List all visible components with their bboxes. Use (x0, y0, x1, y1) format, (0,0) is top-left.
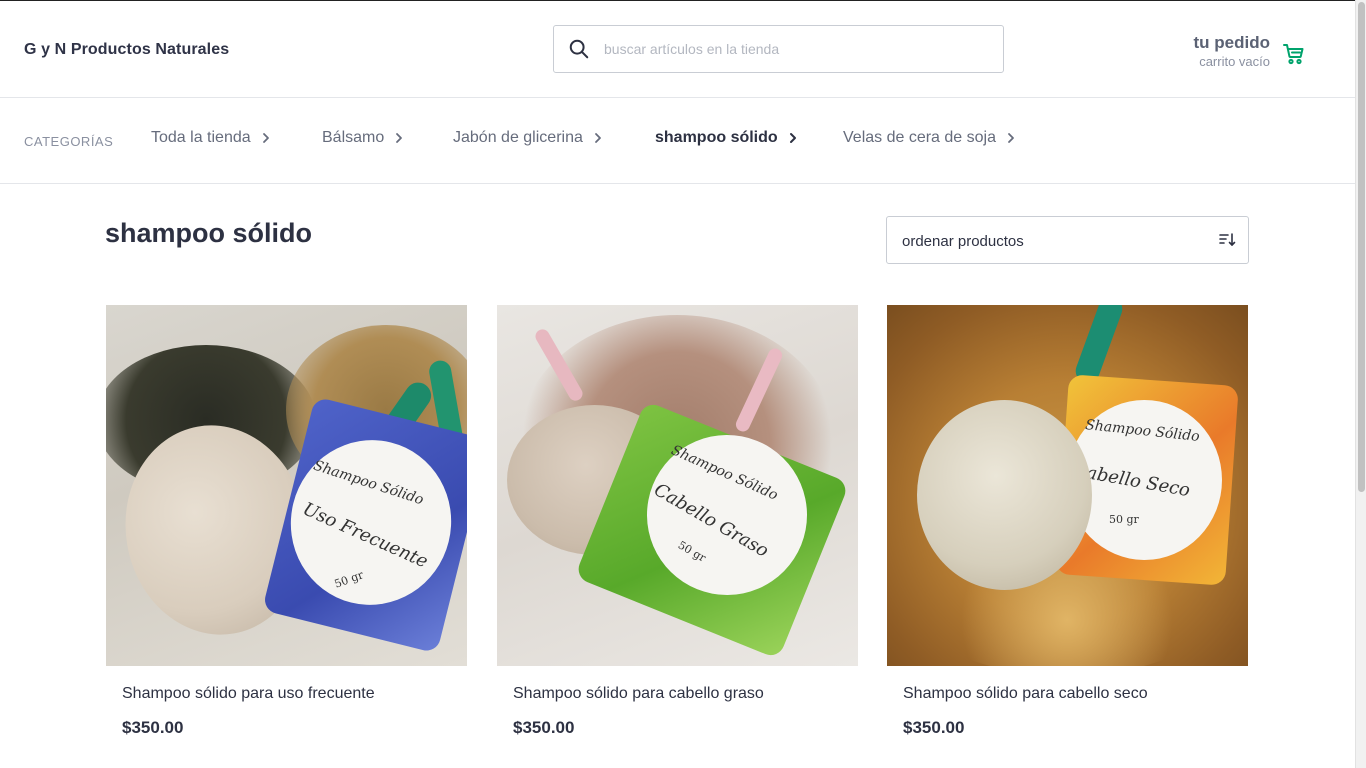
chevron-right-icon (789, 133, 796, 143)
category-shampoo-solido[interactable]: shampoo sólido (655, 129, 800, 147)
product-price: $350.00 (513, 718, 575, 737)
cart-icon[interactable] (1282, 42, 1306, 66)
category-jabon-de-glicerina[interactable]: Jabón de glicerina (453, 129, 605, 147)
category-label: Bálsamo (322, 129, 385, 146)
category-label: shampoo sólido (655, 129, 778, 146)
product-card[interactable]: Shampoo Sólido Cabello Graso 50 gr Shamp… (497, 305, 858, 737)
product-name[interactable]: Shampoo sólido para uso frecuente (122, 685, 375, 703)
chevron-right-icon (594, 133, 601, 143)
category-toda-la-tienda[interactable]: Toda la tienda (151, 129, 273, 147)
chevron-right-icon (1008, 133, 1014, 143)
store-brand[interactable]: G y N Productos Naturales (24, 41, 229, 59)
category-nav: CATEGORÍAS Toda la tienda Bálsamo Jabón … (0, 98, 1355, 184)
product-price: $350.00 (903, 718, 965, 737)
product-name[interactable]: Shampoo sólido para cabello graso (513, 685, 764, 703)
sort-select[interactable]: ordenar productos (886, 216, 1249, 264)
search-icon[interactable] (554, 26, 604, 72)
product-image[interactable]: Shampoo Sólido Cabello Seco 50 gr (887, 305, 1248, 666)
cart-status: carrito vacío (1199, 54, 1270, 69)
category-label: Jabón de glicerina (453, 129, 583, 146)
product-name[interactable]: Shampoo sólido para cabello seco (903, 685, 1148, 703)
product-label-weight: 50 gr (1109, 513, 1139, 526)
category-balsamo[interactable]: Bálsamo (322, 129, 406, 147)
category-velas-de-cera-de-soja[interactable]: Velas de cera de soja (843, 129, 1018, 147)
cart-title: tu pedido (1193, 33, 1270, 52)
sort-icon (1219, 233, 1236, 246)
category-label: Velas de cera de soja (843, 129, 996, 146)
product-card[interactable]: Shampoo Sólido Uso Frecuente 50 gr Shamp… (106, 305, 467, 737)
page-scrollbar[interactable] (1355, 0, 1366, 768)
scrollbar-thumb[interactable] (1358, 2, 1365, 492)
chevron-right-icon (262, 133, 269, 143)
cart-summary[interactable]: tu pedido carrito vacío (1160, 33, 1310, 73)
chevron-right-icon (396, 133, 403, 143)
search-input[interactable] (604, 41, 984, 57)
search-box[interactable] (553, 25, 1004, 73)
product-price: $350.00 (122, 718, 184, 737)
product-image[interactable]: Shampoo Sólido Cabello Graso 50 gr (497, 305, 858, 666)
page: G y N Productos Naturales tu pedido carr… (0, 0, 1355, 768)
sort-label: ordenar productos (902, 233, 1024, 250)
categories-label: CATEGORÍAS (24, 134, 114, 149)
site-header: G y N Productos Naturales tu pedido carr… (0, 1, 1355, 98)
product-image[interactable]: Shampoo Sólido Uso Frecuente 50 gr (106, 305, 467, 666)
page-title: shampoo sólido (105, 218, 313, 248)
category-label: Toda la tienda (151, 129, 251, 146)
product-card[interactable]: Shampoo Sólido Cabello Seco 50 gr Shampo… (887, 305, 1248, 737)
